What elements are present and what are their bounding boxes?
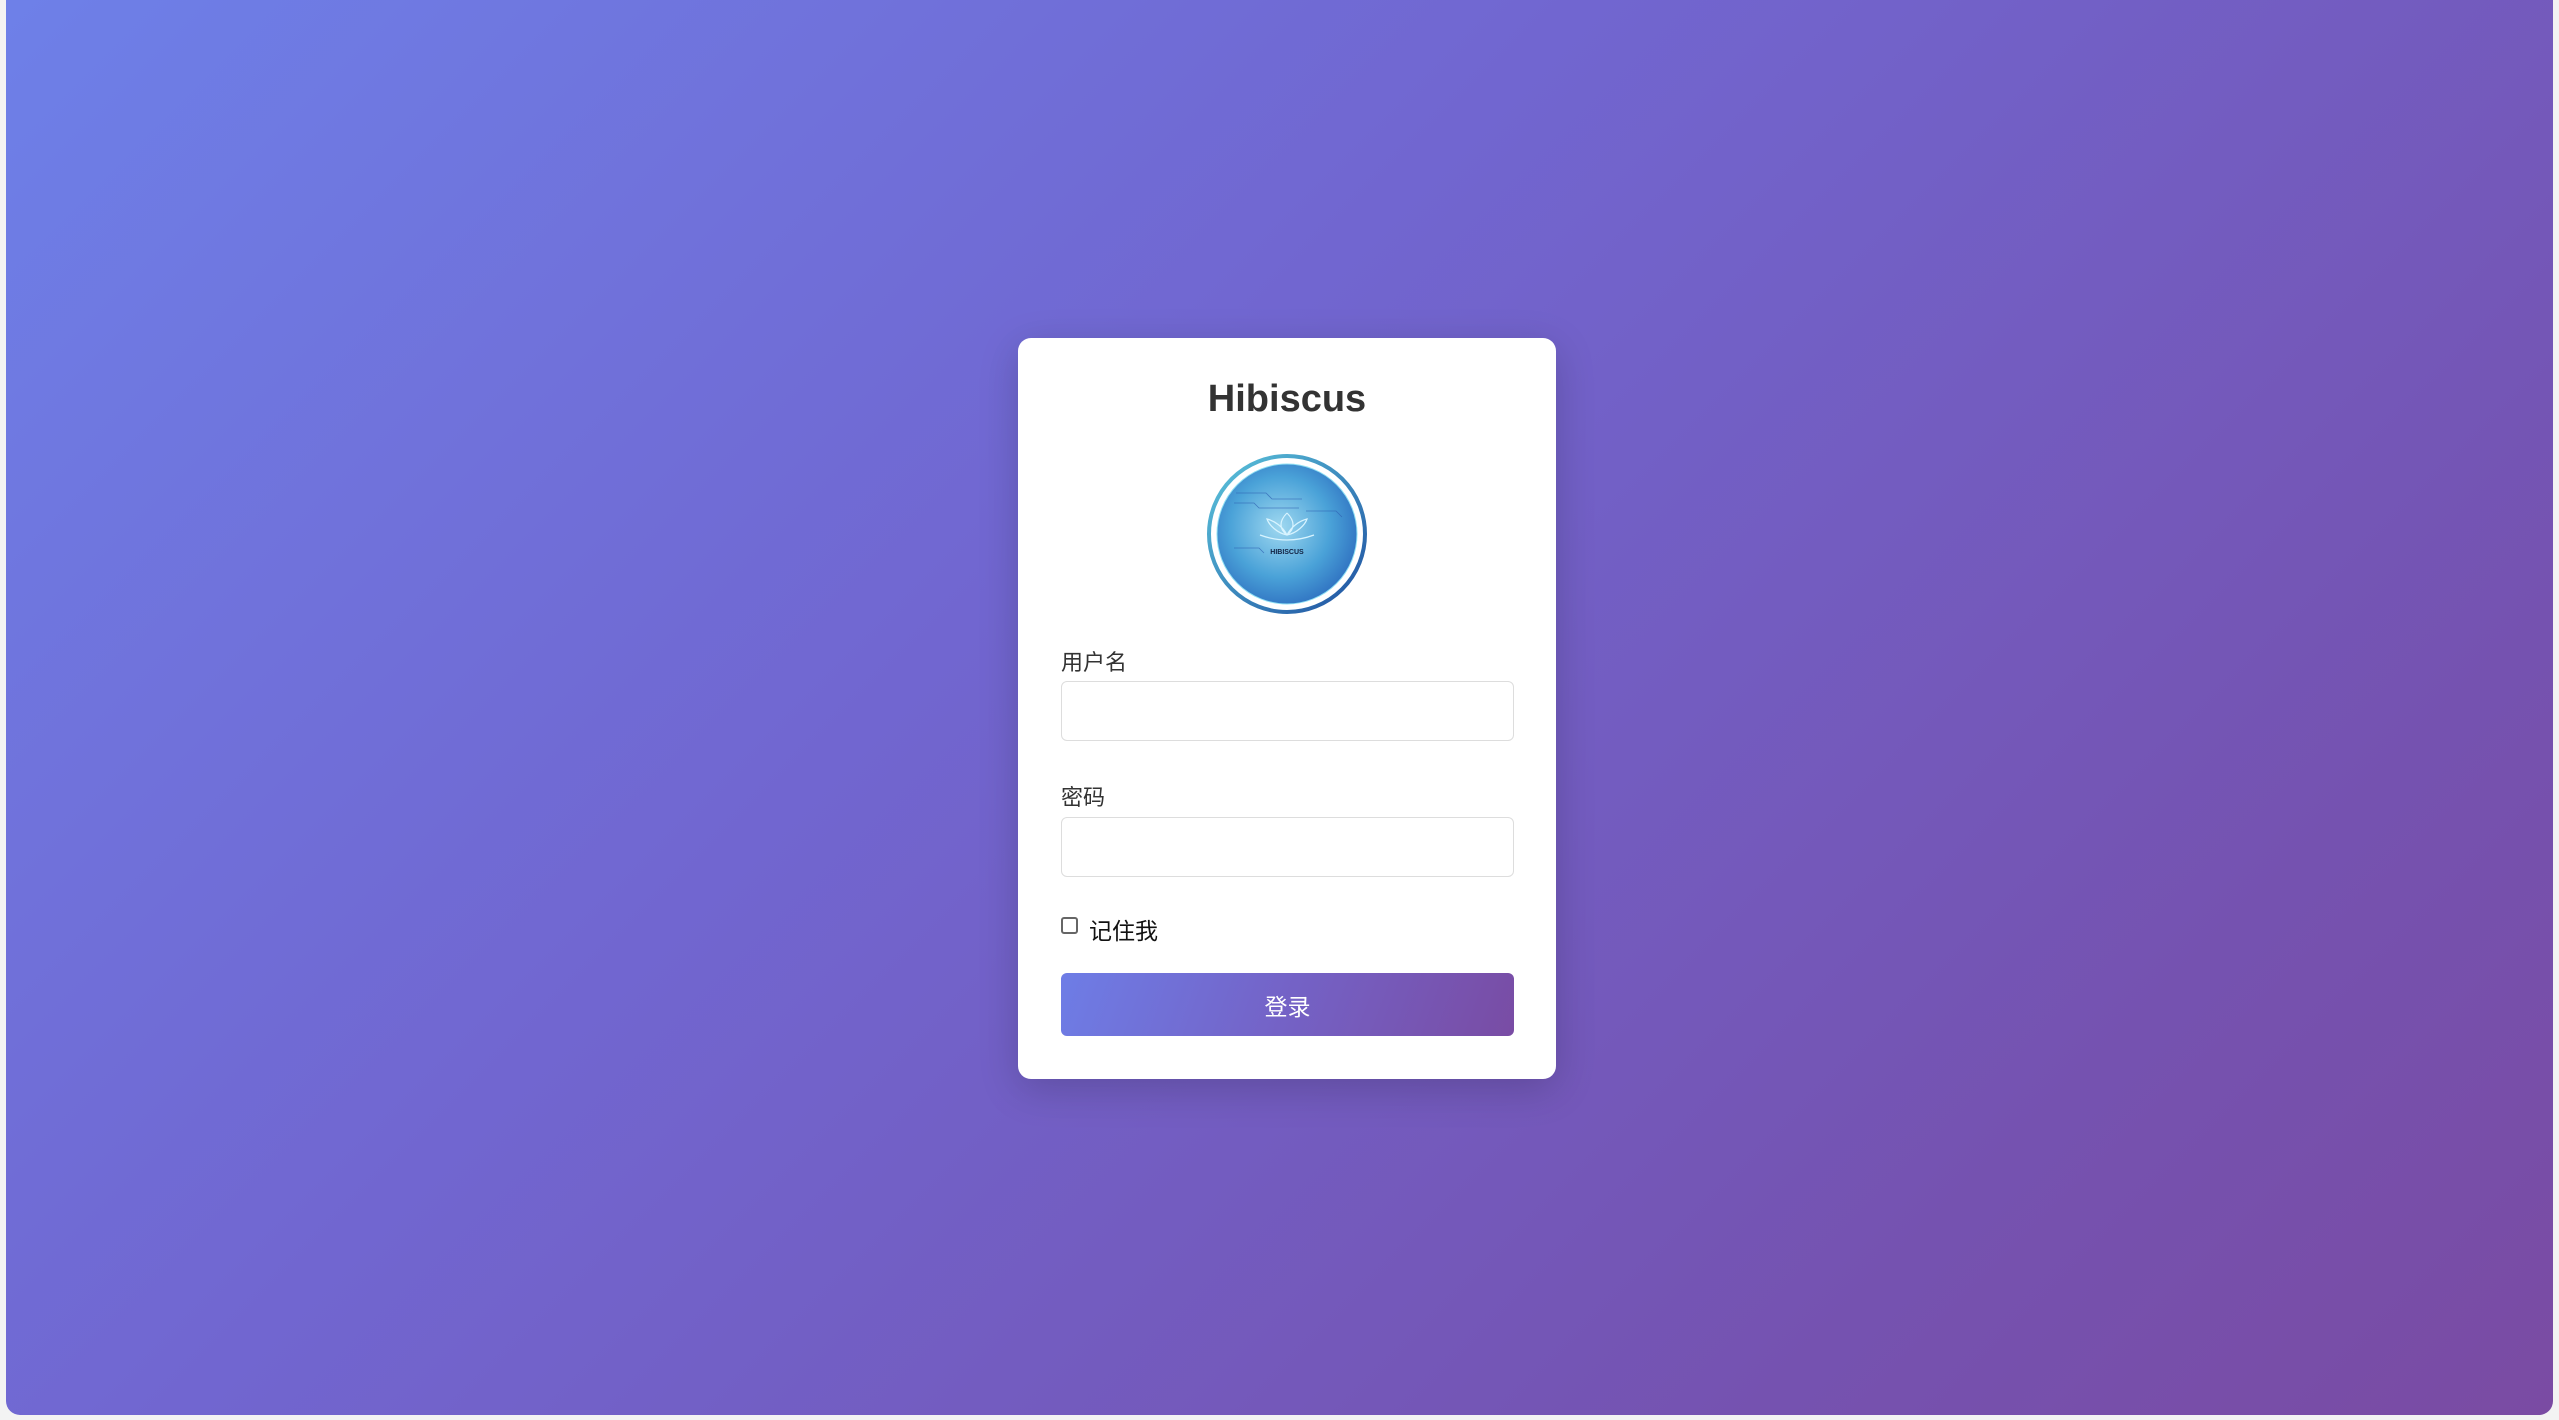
remember-me-checkbox[interactable] xyxy=(1061,917,1078,934)
hibiscus-logo: HIBISCUS xyxy=(1207,454,1367,614)
password-input[interactable] xyxy=(1061,817,1514,877)
username-input[interactable] xyxy=(1061,681,1514,741)
password-label: 密码 xyxy=(1061,785,1106,810)
logo-text: HIBISCUS xyxy=(1270,549,1304,556)
username-label: 用户名 xyxy=(1061,650,1128,675)
app-title: Hibiscus xyxy=(1207,378,1367,420)
remember-me-label[interactable]: 记住我 xyxy=(1089,912,1158,946)
login-page-background: Hibiscus HIBISCUS 用户名 密码 记住我 登录 xyxy=(6,0,2553,1415)
login-card: Hibiscus HIBISCUS 用户名 密码 记住我 登录 xyxy=(1018,338,1556,1079)
login-button[interactable]: 登录 xyxy=(1061,973,1514,1036)
